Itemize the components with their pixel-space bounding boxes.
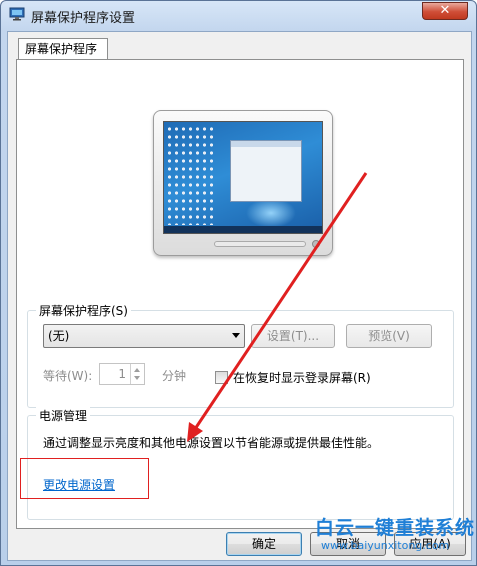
preview-button[interactable]: 预览(V) (346, 324, 432, 348)
annotation-highlight-box (20, 458, 149, 499)
wallpaper-glow (246, 198, 296, 228)
wait-unit-label: 分钟 (162, 369, 187, 383)
power-group-label: 电源管理 (36, 407, 91, 424)
screensaver-select-value: (无) (48, 329, 70, 343)
resume-logon-label[interactable]: 在恢复时显示登录屏幕(R) (233, 369, 371, 386)
wait-label: 等待(W): (43, 369, 93, 383)
desktop-icons-thumbnail (166, 125, 216, 225)
resume-logon-checkbox[interactable] (215, 371, 228, 384)
preview-screen (163, 121, 323, 234)
wait-minutes-stepper[interactable]: 1 (99, 363, 145, 385)
monitor-bezel-slot (214, 241, 306, 247)
display-properties-icon (9, 7, 25, 21)
watermark-overlay: 白云一键重装系统 www.baiyunxitong.com (301, 513, 477, 565)
ok-button[interactable]: 确定 (226, 532, 302, 556)
dialog-body: 屏幕保护程序 屏幕保护程序(S) (无) 设置(T)... 预览(V) 等待(W… (7, 31, 472, 561)
watermark-url: www.baiyunxitong.com (321, 539, 450, 552)
wait-minutes-value: 1 (118, 367, 126, 381)
taskbar-thumbnail (164, 226, 322, 233)
power-description: 通过调整显示亮度和其他电源设置以节省能源或提供最佳性能。 (43, 436, 380, 450)
watermark-title: 白云一键重装系统 (315, 517, 476, 539)
monitor-preview (153, 110, 333, 256)
spin-down-icon[interactable] (134, 376, 140, 380)
screensaver-settings-window: 屏幕保护程序设置 ✕ 屏幕保护程序 屏幕保护程序(S) (无) 设置(T)...… (0, 0, 477, 566)
tab-screensaver[interactable]: 屏幕保护程序 (18, 38, 108, 60)
tab-panel: 屏幕保护程序(S) (无) 设置(T)... 预览(V) 等待(W): 1 分钟… (16, 59, 464, 529)
spin-up-icon[interactable] (134, 368, 140, 372)
title-bar[interactable]: 屏幕保护程序设置 ✕ (1, 1, 476, 29)
window-thumbnail (230, 140, 302, 202)
window-title: 屏幕保护程序设置 (31, 11, 136, 26)
power-led-icon (312, 240, 320, 248)
stepper-buttons[interactable] (130, 364, 144, 384)
settings-button[interactable]: 设置(T)... (251, 324, 335, 348)
chevron-down-icon (232, 333, 240, 338)
screensaver-group-label: 屏幕保护程序(S) (36, 302, 131, 319)
screensaver-select[interactable]: (无) (43, 324, 245, 348)
close-button[interactable]: ✕ (422, 2, 468, 20)
